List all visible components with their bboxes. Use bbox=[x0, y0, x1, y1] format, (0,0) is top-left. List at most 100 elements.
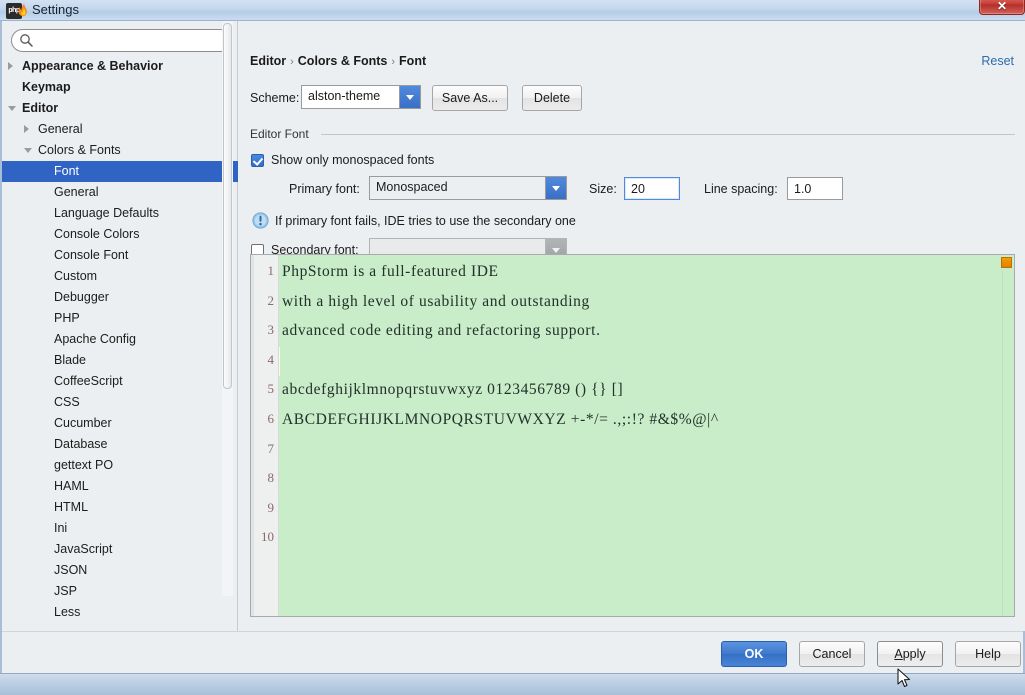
chevron-down-icon[interactable] bbox=[24, 148, 32, 153]
sidebar-item-label: CoffeeScript bbox=[54, 374, 123, 388]
sidebar-item-font[interactable]: Font bbox=[2, 161, 238, 182]
sidebar-item-css[interactable]: CSS bbox=[2, 392, 238, 413]
sidebar-item-coffeescript[interactable]: CoffeeScript bbox=[2, 371, 238, 392]
sidebar-item-label: Apache Config bbox=[54, 332, 137, 346]
sidebar-item-apache-config[interactable]: Apache Config bbox=[2, 329, 238, 350]
sidebar-item-editor[interactable]: Editor bbox=[2, 98, 238, 119]
sidebar-item-label: Keymap bbox=[22, 80, 71, 94]
sidebar-item-database[interactable]: Database bbox=[2, 434, 238, 455]
chevron-right-icon[interactable] bbox=[8, 62, 13, 70]
primary-font-dropdown[interactable]: Monospaced bbox=[369, 176, 567, 200]
preview-code-line: ABCDEFGHIJKLMNOPQRSTUVWXYZ +-*/= .,;:!? … bbox=[282, 411, 719, 428]
line-number: 4 bbox=[267, 351, 275, 367]
font-preview-editor[interactable]: 1 2 3 4 5 6 7 8 9 10 PhpStorm is a full-featured … bbox=[250, 254, 1015, 617]
dialog-button-bar: OK Cancel Apply Help bbox=[2, 631, 1023, 673]
sidebar-item-label: General bbox=[54, 185, 99, 199]
preview-code-line: abcdefghijklmnopqrstuvwxyz 0123456789 ()… bbox=[282, 381, 624, 399]
breadcrumb-part-colors-fonts[interactable]: Colors & Fonts bbox=[298, 54, 388, 68]
sidebar-item-label: Custom bbox=[54, 269, 98, 283]
line-spacing-input[interactable] bbox=[787, 177, 843, 200]
sidebar-item-keymap[interactable]: Keymap bbox=[2, 77, 238, 98]
close-button[interactable]: ✕ bbox=[979, 0, 1025, 15]
preview-code-line: PhpStorm is a full-featured IDE bbox=[282, 263, 499, 280]
chevron-right-icon[interactable] bbox=[24, 125, 29, 133]
font-size-label: Size: bbox=[589, 182, 617, 196]
sidebar-item-label: gettext PO bbox=[54, 458, 114, 472]
sidebar-item-json[interactable]: JSON bbox=[2, 560, 238, 581]
sidebar-item-console-font[interactable]: Console Font bbox=[2, 245, 238, 266]
show-monospaced-label[interactable]: Show only monospaced fonts bbox=[271, 153, 434, 167]
sidebar-item-jsp[interactable]: JSP bbox=[2, 581, 238, 602]
preview-code-line: advanced code editing and refactoring su… bbox=[282, 322, 601, 340]
sidebar-item-general[interactable]: General bbox=[2, 182, 238, 203]
sidebar-item-label: Editor bbox=[22, 101, 59, 115]
line-number: 7 bbox=[267, 440, 275, 456]
sidebar-item-label: Language Defaults bbox=[54, 206, 159, 220]
breadcrumb-separator-icon: › bbox=[391, 56, 396, 68]
line-number: 1 bbox=[267, 263, 275, 278]
sidebar-item-haml[interactable]: HAML bbox=[2, 476, 238, 497]
sidebar-item-javascript[interactable]: JavaScript bbox=[2, 539, 238, 560]
show-monospaced-checkbox[interactable] bbox=[251, 154, 264, 167]
reset-link[interactable]: Reset bbox=[981, 54, 1014, 68]
scheme-dropdown[interactable]: alston-theme bbox=[301, 85, 421, 109]
close-icon: ✕ bbox=[996, 0, 1008, 13]
window-title: Settings bbox=[32, 2, 79, 17]
scheme-dropdown-value: alston-theme bbox=[308, 89, 381, 103]
sidebar-item-blade[interactable]: Blade bbox=[2, 350, 238, 371]
sidebar-item-label: Less bbox=[54, 605, 81, 619]
sidebar-item-label: PHP bbox=[54, 311, 80, 325]
primary-font-dropdown-button[interactable] bbox=[545, 177, 566, 199]
sidebar-item-language-defaults[interactable]: Language Defaults bbox=[2, 203, 238, 224]
breadcrumb: Editor › Colors & Fonts › Font bbox=[250, 54, 426, 68]
sidebar-item-label: Database bbox=[54, 437, 108, 451]
sidebar-item-general[interactable]: General bbox=[2, 119, 238, 140]
sidebar-item-gettext-po[interactable]: gettext PO bbox=[2, 455, 238, 476]
apply-mnemonic: A bbox=[894, 647, 903, 661]
sidebar-item-label: HTML bbox=[54, 500, 89, 514]
settings-window: php Settings ✕ Appearance & Behavior Keym… bbox=[0, 0, 1025, 695]
line-number: 5 bbox=[267, 381, 275, 397]
delete-button[interactable]: Delete bbox=[522, 85, 582, 111]
sidebar-item-appearance-behavior[interactable]: Appearance & Behavior bbox=[2, 56, 238, 77]
line-spacing-label: Line spacing: bbox=[704, 182, 778, 196]
help-button[interactable]: Help bbox=[955, 641, 1021, 667]
settings-tree: Appearance & Behavior Keymap Editor General… bbox=[2, 56, 238, 631]
save-as-button[interactable]: Save As... bbox=[432, 85, 508, 111]
sidebar-item-ini[interactable]: Ini bbox=[2, 518, 238, 539]
sidebar-scrollbar[interactable] bbox=[222, 21, 233, 596]
sidebar-item-html[interactable]: HTML bbox=[2, 497, 238, 518]
scheme-dropdown-button[interactable] bbox=[399, 86, 420, 108]
sidebar-item-label: JavaScript bbox=[54, 542, 113, 556]
sidebar-item-cucumber[interactable]: Cucumber bbox=[2, 413, 238, 434]
apply-button[interactable]: Apply bbox=[877, 641, 943, 667]
preview-code-area[interactable]: PhpStorm is a full-featured IDE with a hi… bbox=[280, 255, 1014, 616]
sidebar-item-label: Colors & Fonts bbox=[38, 143, 121, 157]
sidebar-item-debugger[interactable]: Debugger bbox=[2, 287, 238, 308]
sidebar-item-console-colors[interactable]: Console Colors bbox=[2, 224, 238, 245]
sidebar-item-custom[interactable]: Custom bbox=[2, 266, 238, 287]
sidebar-item-label: JSON bbox=[54, 563, 88, 577]
settings-detail-panel: Editor › Colors & Fonts › Font Reset Scheme:… bbox=[239, 21, 1025, 631]
cancel-button[interactable]: Cancel bbox=[799, 641, 865, 667]
error-stripe-marker[interactable] bbox=[1001, 257, 1012, 268]
preview-scrollbar[interactable] bbox=[1002, 271, 1014, 616]
chevron-down-icon[interactable] bbox=[8, 106, 16, 111]
sidebar-item-colors-fonts[interactable]: Colors & Fonts bbox=[2, 140, 238, 161]
sidebar-item-label: Console Font bbox=[54, 248, 129, 262]
sidebar-scrollbar-thumb[interactable] bbox=[223, 23, 232, 389]
ok-button[interactable]: OK bbox=[721, 641, 787, 667]
sidebar-item-label: Blade bbox=[54, 353, 86, 367]
line-number: 8 bbox=[267, 470, 275, 486]
font-size-input[interactable] bbox=[624, 177, 680, 200]
scheme-label: Scheme: bbox=[250, 91, 300, 105]
sidebar-item-php[interactable]: PHP bbox=[2, 308, 238, 329]
sidebar-item-label: JSP bbox=[54, 584, 77, 598]
line-number: 10 bbox=[261, 529, 274, 545]
line-number: 6 bbox=[267, 411, 275, 426]
sidebar-item-less[interactable]: Less bbox=[2, 602, 238, 623]
breadcrumb-part-editor[interactable]: Editor bbox=[250, 54, 286, 68]
apply-label-rest: pply bbox=[902, 647, 926, 661]
sidebar-item-label: CSS bbox=[54, 395, 80, 409]
search-input[interactable] bbox=[11, 29, 232, 52]
